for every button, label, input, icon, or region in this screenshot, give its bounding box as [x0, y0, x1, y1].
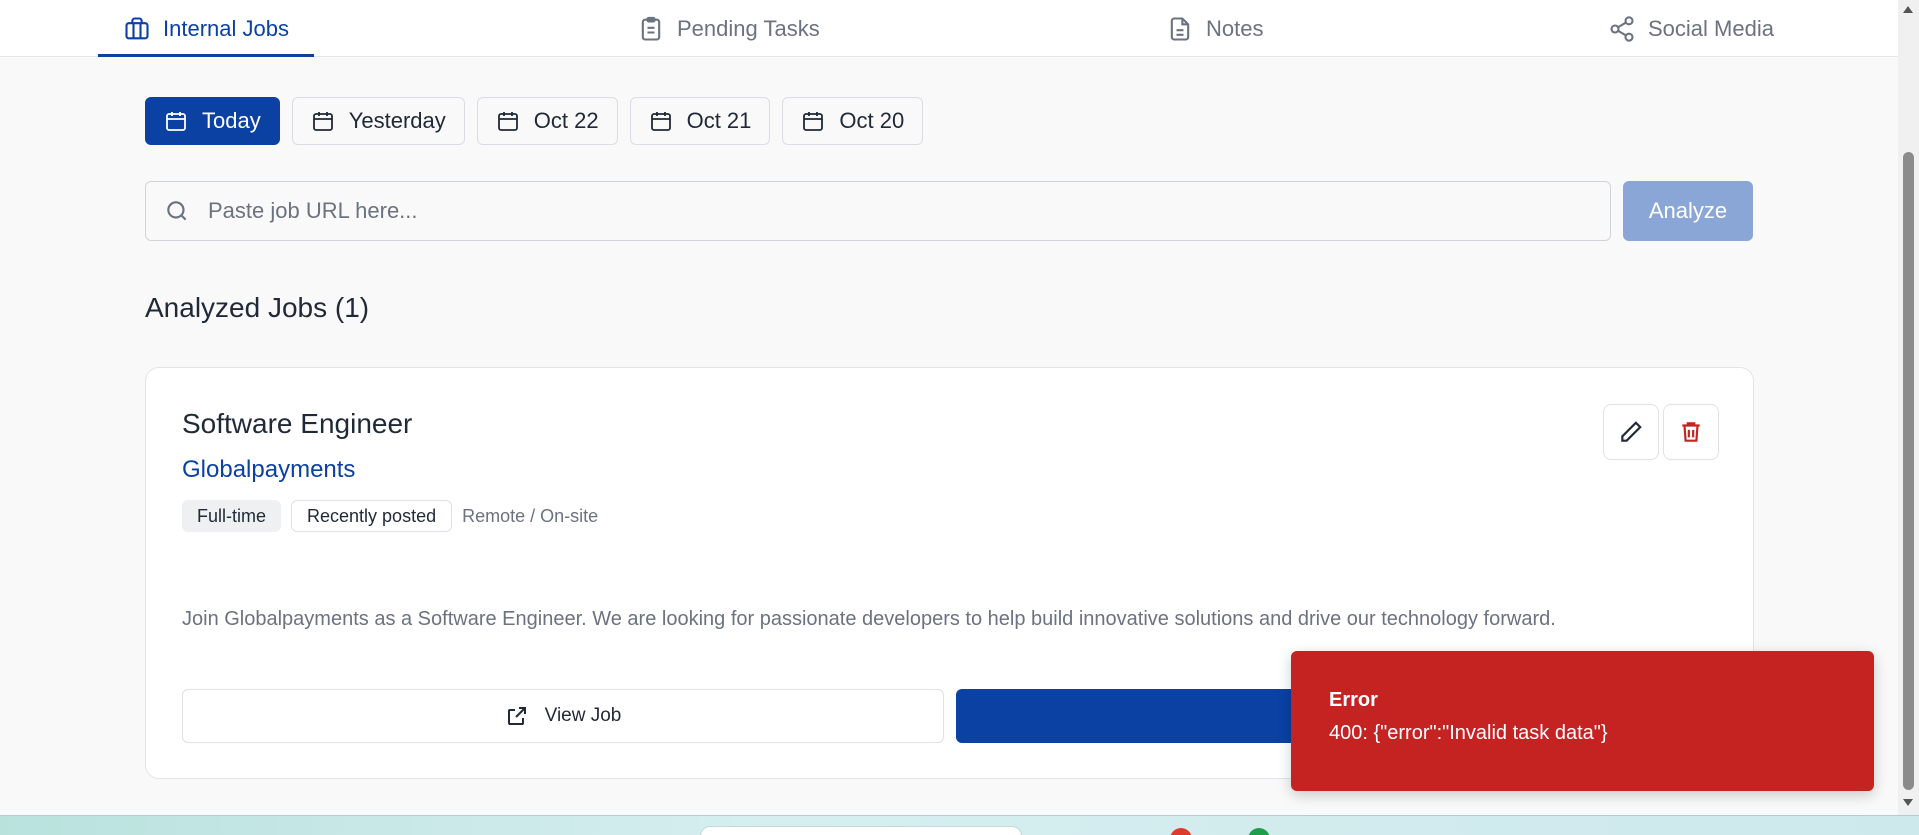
calendar-icon: [166, 112, 186, 131]
tab-label: Pending Tasks: [677, 15, 820, 41]
tab-label: Notes: [1206, 15, 1264, 41]
pencil-icon: [1621, 421, 1642, 442]
toast-title: Error: [1329, 689, 1378, 711]
date-chip-today[interactable]: Today: [145, 97, 280, 145]
job-location: Remote / On-site: [462, 505, 599, 526]
section-title: Analyzed Jobs (1): [145, 292, 370, 323]
date-filter-bar: Today Yesterday Oct 22 Oct 21 Oct 20: [145, 97, 924, 145]
clipboard-icon: [641, 16, 661, 41]
vertical-scrollbar[interactable]: [1898, 0, 1919, 815]
tab-social-media[interactable]: Social Media: [1608, 0, 1774, 57]
search-icon: [167, 201, 187, 221]
taskbar-app-icon[interactable]: [1248, 828, 1270, 835]
tab-label: Internal Jobs: [163, 15, 289, 41]
delete-button[interactable]: [1663, 404, 1719, 460]
date-chip-label: Today: [202, 108, 261, 133]
tab-notes[interactable]: Notes: [1166, 0, 1263, 57]
scroll-thumb[interactable]: [1903, 152, 1914, 790]
view-job-button[interactable]: View Job: [182, 689, 944, 743]
job-title: Software Engineer: [182, 408, 413, 439]
job-url-search-box: [145, 181, 1611, 241]
job-tags: Full-time Recently posted Remote / On-si…: [182, 500, 598, 532]
scroll-up-arrow-icon[interactable]: [1903, 6, 1913, 13]
date-chip-oct-20[interactable]: Oct 20: [782, 97, 924, 145]
document-icon: [1170, 16, 1190, 41]
calendar-icon: [312, 112, 333, 131]
error-toast[interactable]: Error 400: {"error":"Invalid task data"}: [1291, 651, 1874, 791]
company-name[interactable]: Globalpayments: [182, 456, 355, 484]
toast-message: 400: {"error":"Invalid task data"}: [1329, 722, 1608, 744]
share-icon: [1610, 15, 1634, 42]
view-job-label: View Job: [544, 705, 622, 726]
analyze-button[interactable]: Analyze: [1623, 181, 1753, 241]
job-type-badge: Full-time: [182, 500, 282, 532]
date-chip-label: Oct 20: [839, 108, 905, 133]
calendar-icon: [497, 112, 518, 131]
calendar-icon: [803, 112, 824, 131]
os-taskbar: [0, 815, 1919, 835]
taskbar-app-icon[interactable]: [1170, 828, 1192, 835]
date-chip-yesterday[interactable]: Yesterday: [291, 97, 465, 145]
date-chip-label: Oct 21: [686, 108, 752, 133]
date-chip-oct-22[interactable]: Oct 22: [476, 97, 618, 145]
job-url-input[interactable]: [208, 182, 1610, 240]
posted-badge: Recently posted: [291, 500, 453, 532]
tab-internal-jobs[interactable]: Internal Jobs: [98, 0, 314, 57]
tab-pending-tasks[interactable]: Pending Tasks: [637, 0, 820, 57]
date-chip-label: Oct 22: [533, 108, 599, 133]
date-chip-oct-21[interactable]: Oct 21: [629, 97, 771, 145]
calendar-icon: [650, 112, 671, 131]
tab-label: Social Media: [1648, 15, 1774, 41]
briefcase-icon: [125, 16, 149, 39]
external-link-icon: [507, 707, 526, 725]
job-description: Join Globalpayments as a Software Engine…: [182, 608, 1556, 630]
date-chip-label: Yesterday: [348, 108, 446, 133]
top-tab-bar: Internal Jobs Pending Tasks Notes Social…: [0, 0, 1898, 57]
scroll-down-arrow-icon[interactable]: [1903, 799, 1913, 806]
trash-icon: [1682, 422, 1700, 442]
edit-button[interactable]: [1603, 404, 1659, 460]
taskbar-search-box[interactable]: [700, 826, 1022, 835]
